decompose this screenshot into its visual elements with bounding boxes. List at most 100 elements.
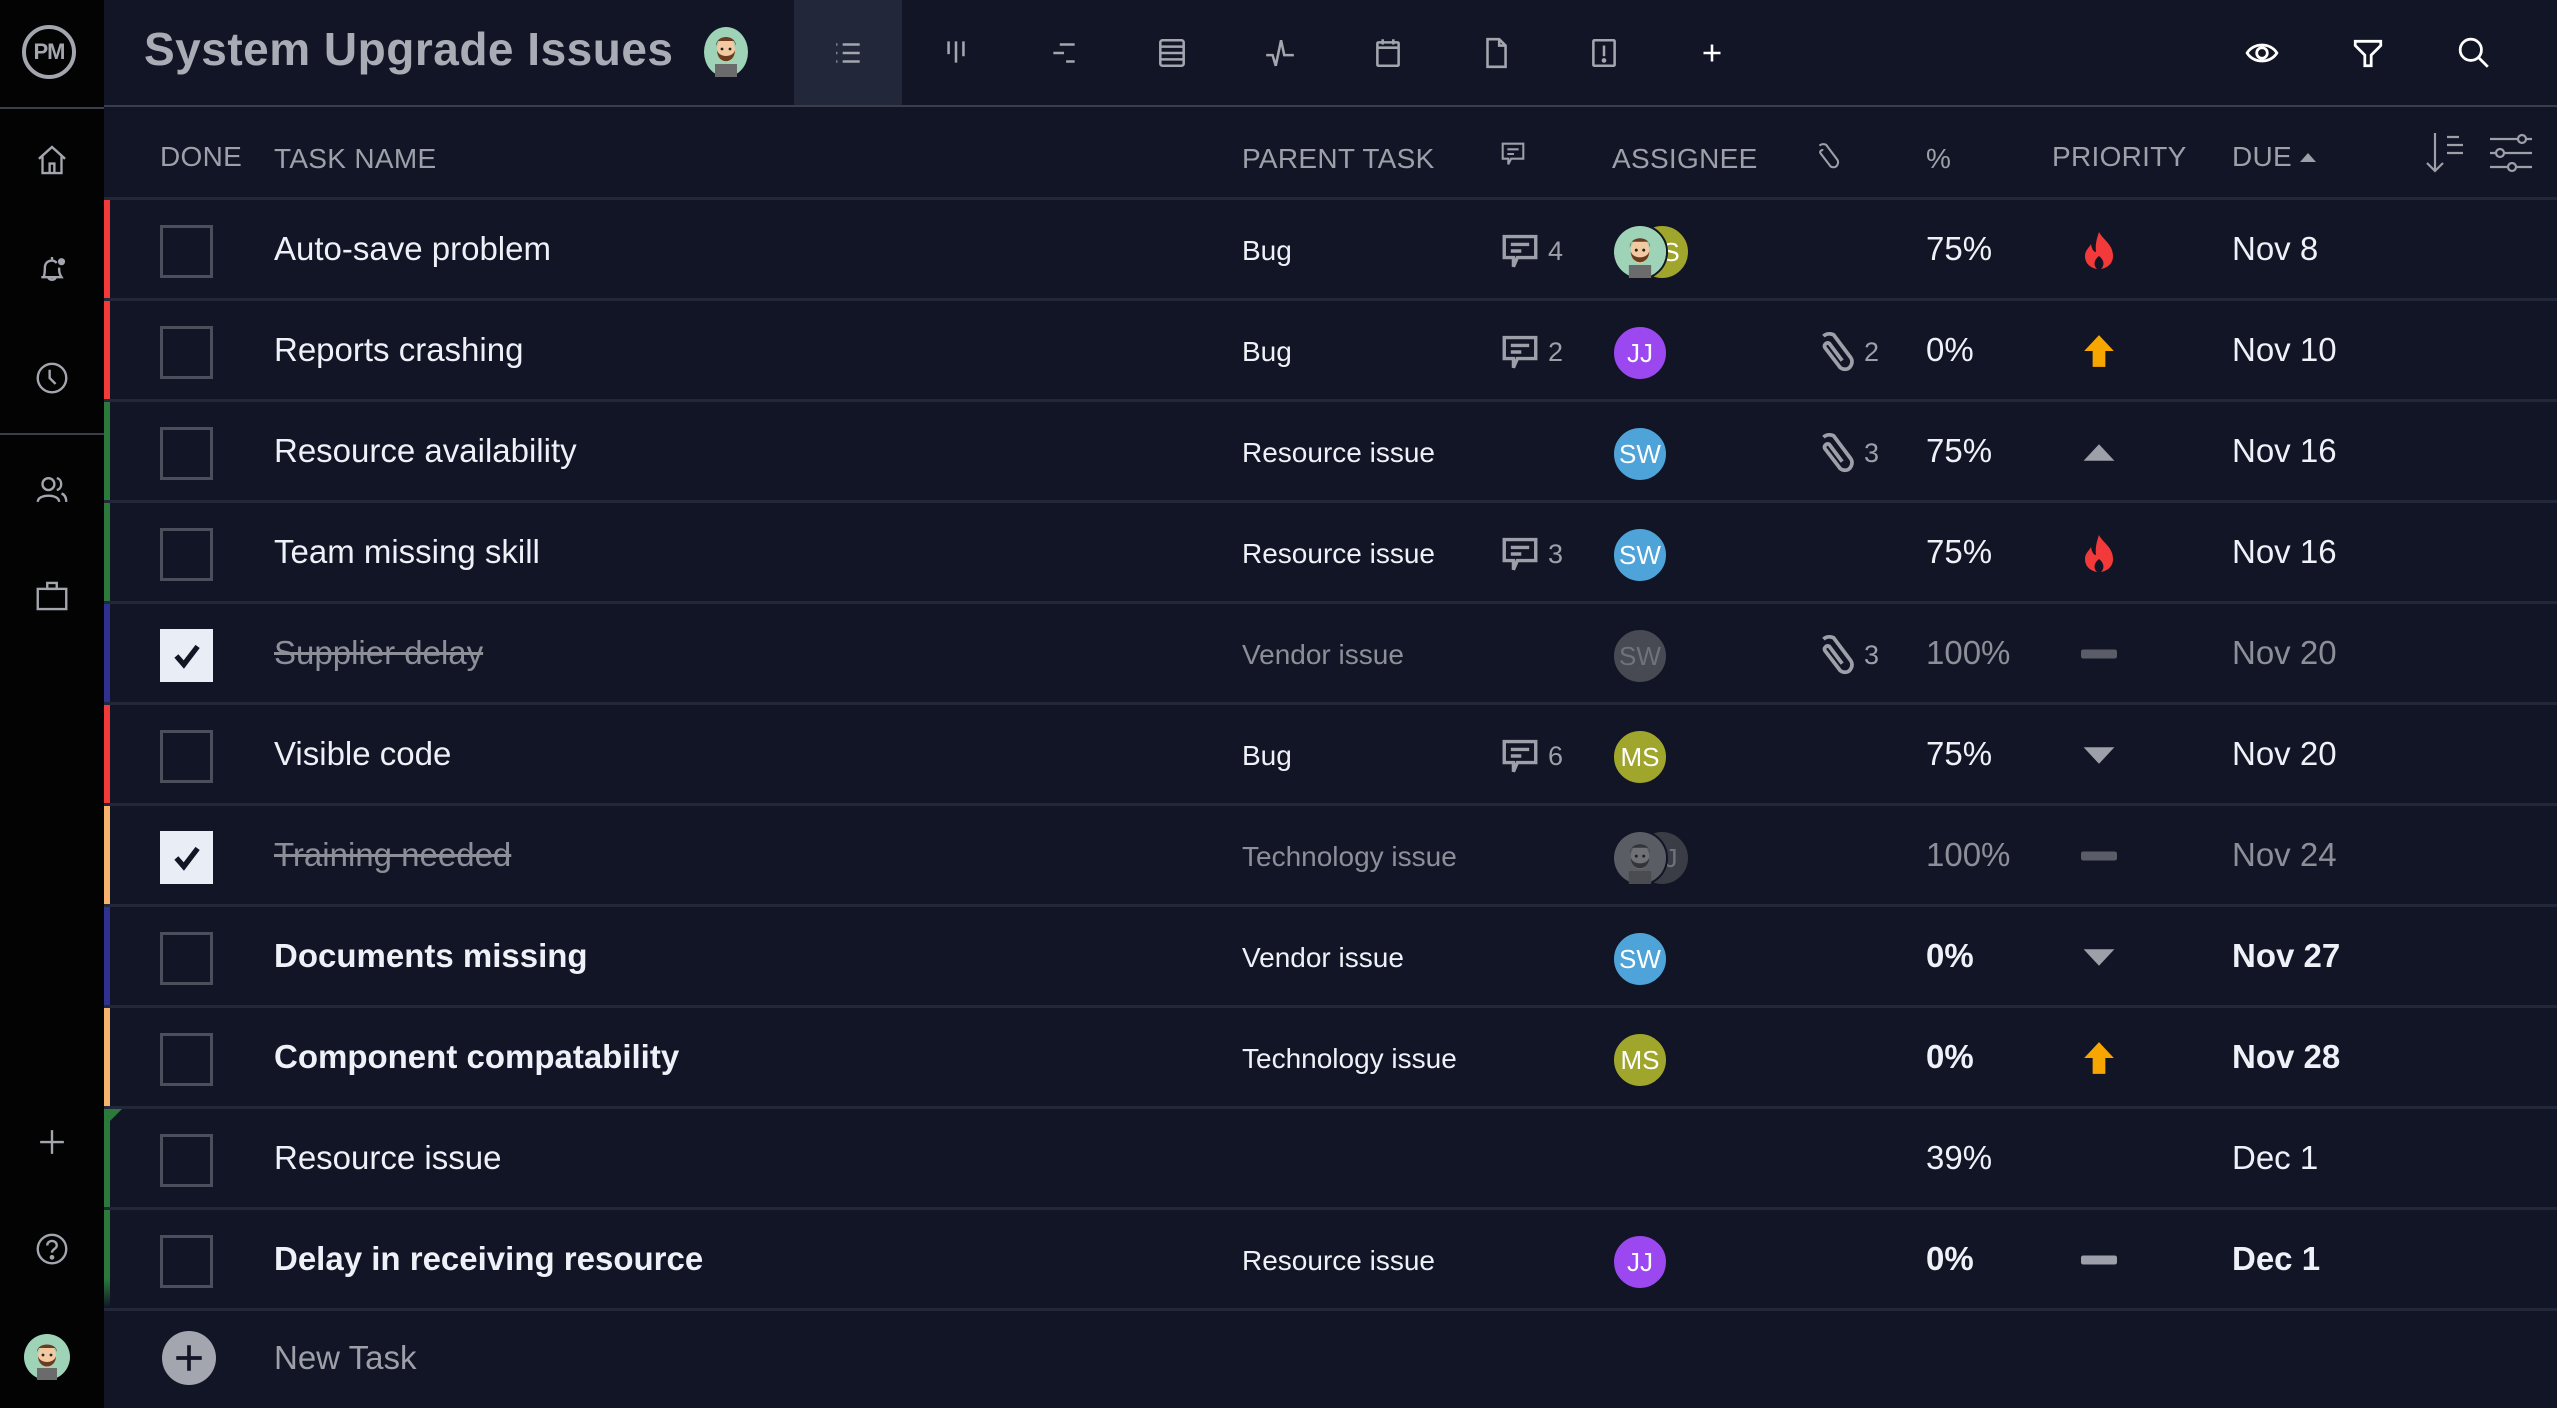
assignees[interactable]: JJ — [1612, 325, 1668, 381]
done-checkbox[interactable] — [160, 1033, 213, 1086]
assignee-avatar[interactable]: MS — [1612, 729, 1668, 785]
attachments-count[interactable]: 3 — [1812, 632, 1879, 678]
priority-indicator[interactable] — [2081, 331, 2117, 371]
tab-list[interactable] — [794, 0, 902, 105]
tab-dashboard[interactable] — [1226, 0, 1334, 105]
percent-complete[interactable]: 0% — [1926, 937, 1974, 975]
comments-count[interactable]: 4 — [1498, 230, 1563, 272]
task-name[interactable]: Resource availability — [274, 432, 577, 470]
task-name[interactable]: Training needed — [274, 836, 511, 874]
sidebar-item-portfolio[interactable] — [30, 574, 74, 618]
new-task-input[interactable]: New Task — [274, 1339, 416, 1377]
parent-task[interactable]: Resource issue — [1242, 538, 1435, 570]
pm-logo[interactable]: PM — [22, 25, 76, 79]
parent-task[interactable]: Technology issue — [1242, 1043, 1457, 1075]
project-owner-avatar[interactable] — [700, 26, 752, 78]
done-checkbox[interactable] — [160, 225, 213, 278]
column-task-name[interactable]: TASK NAME — [274, 143, 436, 175]
attachments-count[interactable]: 2 — [1812, 329, 1879, 375]
assignees[interactable]: SW — [1612, 426, 1668, 482]
parent-task[interactable]: Bug — [1242, 740, 1292, 772]
priority-indicator[interactable] — [2081, 432, 2117, 472]
add-task-button[interactable] — [162, 1331, 216, 1385]
priority-indicator[interactable] — [2081, 533, 2117, 573]
done-checkbox[interactable] — [160, 528, 213, 581]
due-date[interactable]: Nov 8 — [2232, 230, 2318, 268]
task-name[interactable]: Auto-save problem — [274, 230, 551, 268]
parent-task[interactable]: Vendor issue — [1242, 942, 1404, 974]
due-date[interactable]: Nov 20 — [2232, 735, 2337, 773]
due-date[interactable]: Nov 27 — [2232, 937, 2340, 975]
task-name[interactable]: Team missing skill — [274, 533, 540, 571]
filter-button[interactable] — [2315, 0, 2421, 105]
task-name[interactable]: Component compatability — [274, 1038, 679, 1076]
percent-complete[interactable]: 0% — [1926, 1240, 1974, 1278]
user-avatar[interactable] — [24, 1334, 70, 1380]
assignee-avatar[interactable]: SW — [1612, 426, 1668, 482]
assignee-avatar[interactable]: MS — [1612, 1032, 1668, 1088]
priority-indicator[interactable] — [2081, 1038, 2117, 1078]
priority-indicator[interactable] — [2081, 634, 2117, 674]
column-percent[interactable]: % — [1926, 143, 1951, 175]
task-name[interactable]: Visible code — [274, 735, 451, 773]
done-checkbox[interactable] — [160, 326, 213, 379]
attachments-count[interactable]: 3 — [1812, 430, 1879, 476]
percent-complete[interactable]: 100% — [1926, 836, 2010, 874]
parent-task[interactable]: Technology issue — [1242, 841, 1457, 873]
tab-issues[interactable] — [1550, 0, 1658, 105]
sort-button[interactable] — [2421, 129, 2469, 182]
task-name[interactable]: Documents missing — [274, 937, 588, 975]
priority-indicator[interactable] — [2081, 937, 2117, 977]
column-comments[interactable] — [1498, 139, 1528, 174]
tab-sheet[interactable] — [1118, 0, 1226, 105]
assignees[interactable]: MS — [1612, 1032, 1668, 1088]
due-date[interactable]: Nov 28 — [2232, 1038, 2340, 1076]
comments-count[interactable]: 3 — [1498, 533, 1563, 575]
done-checkbox[interactable] — [160, 1235, 213, 1288]
percent-complete[interactable]: 0% — [1926, 331, 1974, 369]
priority-indicator[interactable] — [2081, 735, 2117, 775]
percent-complete[interactable]: 0% — [1926, 1038, 1974, 1076]
assignees[interactable]: MS — [1612, 729, 1668, 785]
assignee-avatar[interactable] — [1612, 224, 1668, 280]
tab-board[interactable] — [902, 0, 1010, 105]
assignees[interactable]: SW — [1612, 931, 1668, 987]
priority-indicator[interactable] — [2081, 1240, 2117, 1280]
parent-task[interactable]: Resource issue — [1242, 437, 1435, 469]
sidebar-item-add[interactable] — [30, 1120, 74, 1164]
task-name[interactable]: Supplier delay — [274, 634, 483, 672]
priority-indicator[interactable] — [2081, 230, 2117, 270]
parent-task[interactable]: Vendor issue — [1242, 639, 1404, 671]
search-button[interactable] — [2421, 0, 2527, 105]
assignees[interactable]: JJ — [1612, 1234, 1668, 1290]
parent-task[interactable]: Resource issue — [1242, 1245, 1435, 1277]
column-priority[interactable]: PRIORITY — [2052, 141, 2187, 173]
assignee-avatar[interactable] — [1612, 830, 1668, 886]
assignee-avatar[interactable]: JJ — [1612, 1234, 1668, 1290]
comments-count[interactable]: 2 — [1498, 331, 1563, 373]
parent-task[interactable]: Bug — [1242, 235, 1292, 267]
sidebar-item-recent[interactable] — [30, 356, 74, 400]
percent-complete[interactable]: 39% — [1926, 1139, 1992, 1177]
percent-complete[interactable]: 75% — [1926, 533, 1992, 571]
due-date[interactable]: Nov 20 — [2232, 634, 2337, 672]
assignees[interactable]: J — [1612, 830, 1690, 886]
assignees[interactable]: S — [1612, 224, 1690, 280]
assignees[interactable]: SW — [1612, 527, 1668, 583]
percent-complete[interactable]: 75% — [1926, 432, 1992, 470]
sidebar-item-team[interactable] — [30, 468, 74, 512]
due-date[interactable]: Nov 10 — [2232, 331, 2337, 369]
assignee-avatar[interactable]: SW — [1612, 931, 1668, 987]
column-due[interactable]: DUE — [2232, 141, 2318, 173]
done-checkbox[interactable] — [160, 1134, 213, 1187]
done-checkbox[interactable] — [160, 427, 213, 480]
sidebar-item-home[interactable] — [30, 138, 74, 182]
done-checkbox[interactable] — [160, 932, 213, 985]
percent-complete[interactable]: 75% — [1926, 735, 1992, 773]
column-settings-button[interactable] — [2488, 129, 2536, 182]
done-checkbox[interactable] — [160, 629, 213, 682]
task-name[interactable]: Resource issue — [274, 1139, 501, 1177]
due-date[interactable]: Nov 16 — [2232, 432, 2337, 470]
assignee-avatar[interactable]: SW — [1612, 628, 1668, 684]
percent-complete[interactable]: 75% — [1926, 230, 1992, 268]
